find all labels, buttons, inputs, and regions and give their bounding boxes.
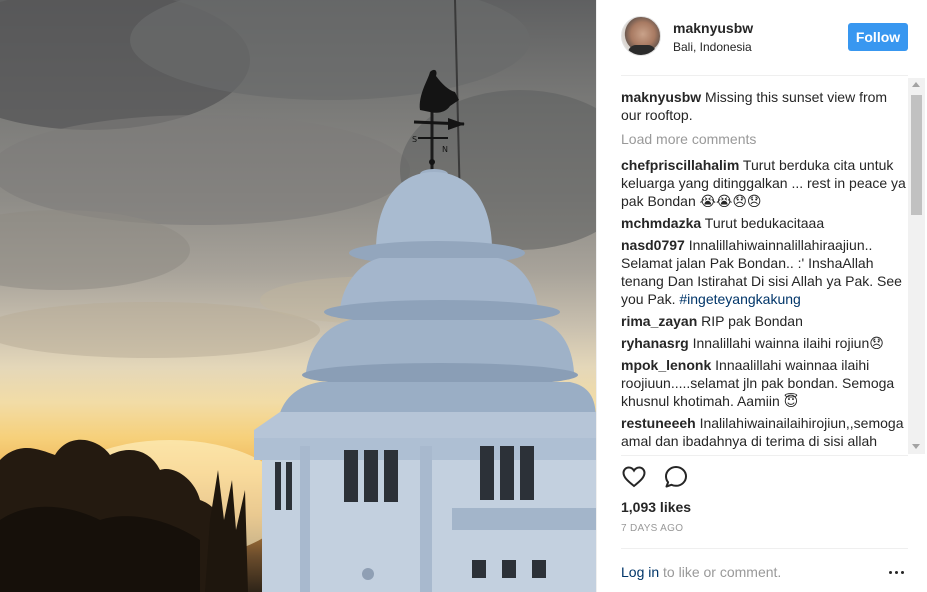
divider [621,548,908,549]
scrollbar-thumb[interactable] [911,95,922,215]
list-item: ryhanasrg Innalillahi wainna ilaihi roji… [621,334,911,352]
comment-text: RIP pak Bondan [701,313,803,329]
list-item: mpok_lenonk Innaalillahi wainnaa ilaihi … [621,356,911,410]
caption-username[interactable]: maknyusbw [621,89,701,105]
login-prompt-text: to like or comment. [659,564,782,580]
list-item: restuneeeh Inalilahiwainailaihirojiun,,s… [621,414,911,450]
divider [621,75,908,76]
comment-username[interactable]: chefpriscillahalim [621,157,739,173]
divider [621,455,908,456]
comment-text: Turut bedukacitaaa [704,215,825,231]
login-link[interactable]: Log in [621,564,659,580]
list-item: rima_zayan RIP pak Bondan [621,312,911,330]
svg-text:S: S [412,135,417,144]
load-more-comments-link[interactable]: Load more comments [621,130,911,148]
follow-button[interactable]: Follow [848,23,908,51]
post-view: S N maknyusbw Bali, Indonesia Follow mak… [0,0,927,592]
post-header: maknyusbw Bali, Indonesia Follow [597,0,927,76]
rooftop-sunset-image: S N [0,0,596,592]
heart-icon[interactable] [621,464,647,490]
comment-username[interactable]: mchmdazka [621,215,701,231]
caption: maknyusbw Missing this sunset view from … [621,88,911,124]
comment-hashtag-link[interactable]: #ingeteyangkakung [679,291,800,307]
list-item: nasd0797 Innalillahiwainnalillahiraajiun… [621,236,911,308]
comment-bubble-icon[interactable] [663,464,689,490]
scroll-down-arrow-icon[interactable] [912,444,920,449]
avatar[interactable] [621,16,661,56]
comment-username[interactable]: rima_zayan [621,313,697,329]
post-photo: S N [0,0,596,592]
more-options-icon[interactable] [889,565,907,579]
list-item: chefpriscillahalim Turut berduka cita un… [621,156,911,210]
list-item: mchmdazka Turut bedukacitaaa [621,214,911,232]
post-side-panel: maknyusbw Bali, Indonesia Follow maknyus… [596,0,927,592]
svg-text:N: N [442,145,448,154]
post-username[interactable]: maknyusbw [673,20,753,36]
comments-scrollbar[interactable] [908,78,925,454]
comment-username[interactable]: ryhanasrg [621,335,689,351]
comment-username[interactable]: mpok_lenonk [621,357,711,373]
comment-username[interactable]: restuneeeh [621,415,696,431]
comments-list: maknyusbw Missing this sunset view from … [621,88,911,454]
scroll-up-arrow-icon[interactable] [912,82,920,87]
login-prompt: Log in to like or comment. [621,564,781,580]
likes-count: 1,093 likes [621,499,692,515]
comment-username[interactable]: nasd0797 [621,237,685,253]
comment-text: Innalillahi wainna ilaihi rojiun😞 [692,335,884,351]
action-bar [621,464,689,492]
post-location[interactable]: Bali, Indonesia [673,40,752,54]
post-timestamp: 7 DAYS AGO [621,523,684,534]
